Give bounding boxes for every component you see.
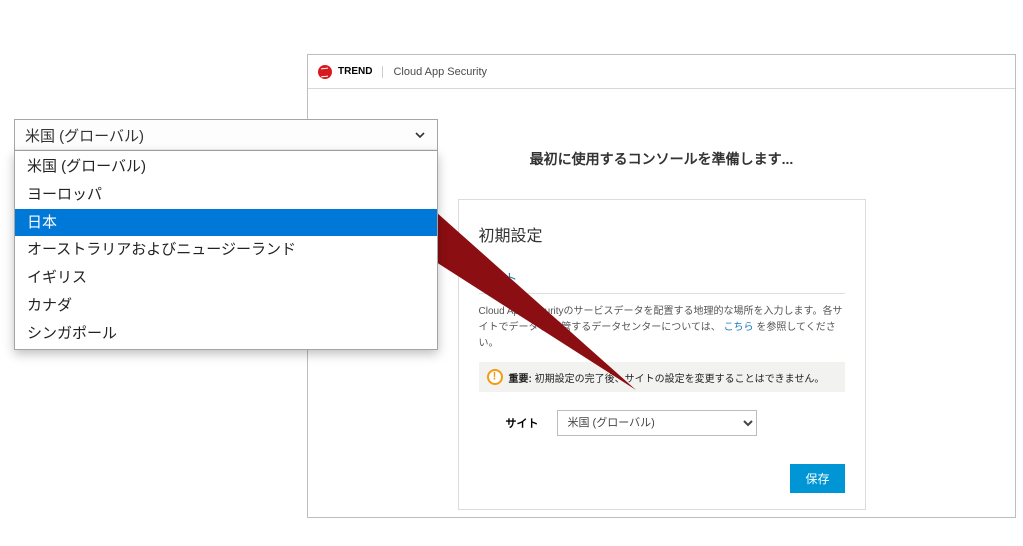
dropdown-option[interactable]: イギリス: [15, 264, 437, 292]
dropdown-option[interactable]: シンガポール: [15, 320, 437, 348]
product-name: Cloud App Security: [382, 66, 487, 78]
datacenter-link[interactable]: こちら: [724, 322, 754, 333]
dropdown-option[interactable]: オーストラリアおよびニュージーランド: [15, 236, 437, 264]
dropdown-overlay: 米国 (グローバル) 米国 (グローバル)ヨーロッパ日本オーストラリアおよびニュ…: [14, 119, 438, 350]
site-field-row: サイト 米国 (グローバル): [479, 410, 845, 436]
field-label-site: サイト: [479, 415, 539, 431]
dropdown-option[interactable]: 日本: [15, 209, 437, 237]
chevron-down-icon: [413, 128, 427, 142]
dropdown-selected-value: 米国 (グローバル): [25, 125, 144, 146]
brand-logo: TREND Cloud App Security: [318, 65, 487, 79]
callout-arrow: [436, 212, 636, 390]
dropdown-closed-header[interactable]: 米国 (グローバル): [14, 119, 438, 151]
dropdown-option[interactable]: ヨーロッパ: [15, 181, 437, 209]
app-header: TREND Cloud App Security: [308, 55, 1015, 89]
trend-logo-icon: [318, 65, 332, 79]
preparing-title: 最初に使用するコンソールを準備します...: [530, 149, 794, 169]
dropdown-option[interactable]: 米国 (グローバル): [15, 153, 437, 181]
card-footer: 保存: [479, 464, 845, 493]
dropdown-listbox[interactable]: 米国 (グローバル)ヨーロッパ日本オーストラリアおよびニュージーランドイギリスカ…: [14, 151, 438, 350]
dropdown-option[interactable]: カナダ: [15, 292, 437, 320]
brand-name: TREND: [338, 66, 372, 77]
save-button[interactable]: 保存: [790, 464, 844, 493]
site-select[interactable]: 米国 (グローバル): [557, 410, 757, 436]
